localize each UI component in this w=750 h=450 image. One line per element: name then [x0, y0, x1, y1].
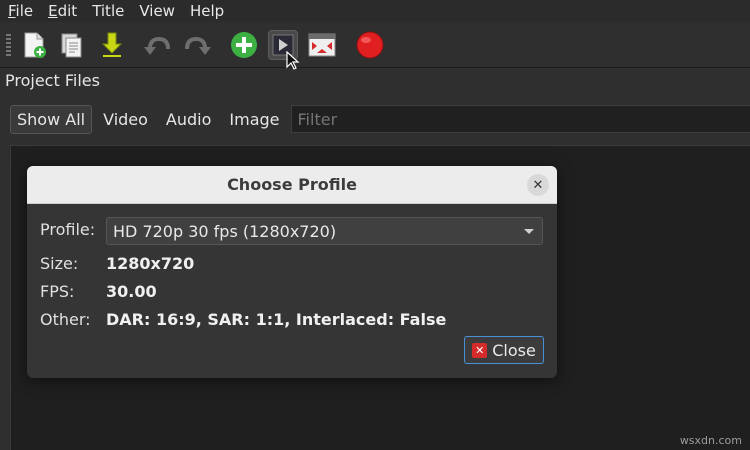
dialog-title: Choose Profile — [227, 175, 357, 194]
export-video-button[interactable] — [355, 30, 385, 60]
chevron-down-icon — [524, 229, 534, 234]
import-files-icon — [231, 32, 257, 58]
filter-input[interactable] — [290, 105, 750, 133]
other-row: Other: DAR: 16:9, SAR: 1:1, Interlaced: … — [40, 310, 446, 329]
redo-icon — [185, 36, 211, 55]
fps-label: FPS: — [40, 282, 75, 301]
redo-button[interactable] — [182, 30, 212, 60]
profile-row: Profile: — [40, 220, 106, 239]
filter-video[interactable]: Video — [96, 105, 155, 134]
other-label: Other: — [40, 310, 91, 329]
menu-help[interactable]: Help — [190, 2, 224, 20]
watermark: wsxdn.com — [679, 434, 742, 447]
main-toolbar — [0, 22, 750, 70]
new-project-icon — [24, 32, 46, 58]
profile-select-value: HD 720p 30 fps (1280x720) — [113, 221, 337, 241]
save-project-icon — [101, 32, 123, 57]
open-project-button[interactable] — [57, 30, 87, 60]
close-icon: ✕ — [472, 342, 488, 358]
project-files-title: Project Files — [5, 71, 100, 90]
menu-edit[interactable]: Edit — [48, 2, 77, 20]
size-value: 1280x720 — [106, 254, 195, 273]
undo-button[interactable] — [143, 30, 173, 60]
filter-audio[interactable]: Audio — [159, 105, 218, 134]
profile-label: Profile: — [40, 220, 96, 239]
fullscreen-icon — [308, 33, 336, 57]
open-project-icon — [61, 33, 82, 58]
size-label: Size: — [40, 254, 79, 273]
fullscreen-button[interactable] — [307, 30, 337, 60]
profile-select[interactable]: HD 720p 30 fps (1280x720) — [106, 217, 543, 245]
toolbar-grip[interactable] — [6, 34, 11, 56]
fps-row: FPS: 30.00 — [40, 282, 157, 301]
other-value: DAR: 16:9, SAR: 1:1, Interlaced: False — [106, 310, 447, 329]
size-row: Size: 1280x720 — [40, 254, 194, 273]
dialog-close-icon[interactable]: ✕ — [527, 174, 549, 196]
filter-image[interactable]: Image — [222, 105, 286, 134]
fps-value: 30.00 — [106, 282, 157, 301]
close-button[interactable]: ✕ Close — [464, 336, 544, 364]
new-project-button[interactable] — [19, 30, 49, 60]
menu-file[interactable]: File — [8, 2, 33, 20]
menu-title[interactable]: Title — [92, 2, 124, 20]
menu-bar: File Edit Title View Help — [0, 0, 750, 22]
filter-bar: Show All Video Audio Image — [10, 103, 750, 135]
menu-view[interactable]: View — [139, 2, 175, 20]
dialog-header: Choose Profile ✕ — [27, 166, 557, 204]
undo-icon — [144, 36, 170, 55]
save-project-button[interactable] — [97, 30, 127, 60]
mouse-cursor-icon — [286, 51, 300, 70]
import-files-button[interactable] — [229, 30, 259, 60]
filter-show-all[interactable]: Show All — [10, 104, 93, 134]
export-video-icon — [356, 31, 384, 59]
close-button-label: Close — [492, 340, 536, 360]
choose-profile-dialog: Choose Profile ✕ Profile: HD 720p 30 fps… — [27, 166, 557, 378]
